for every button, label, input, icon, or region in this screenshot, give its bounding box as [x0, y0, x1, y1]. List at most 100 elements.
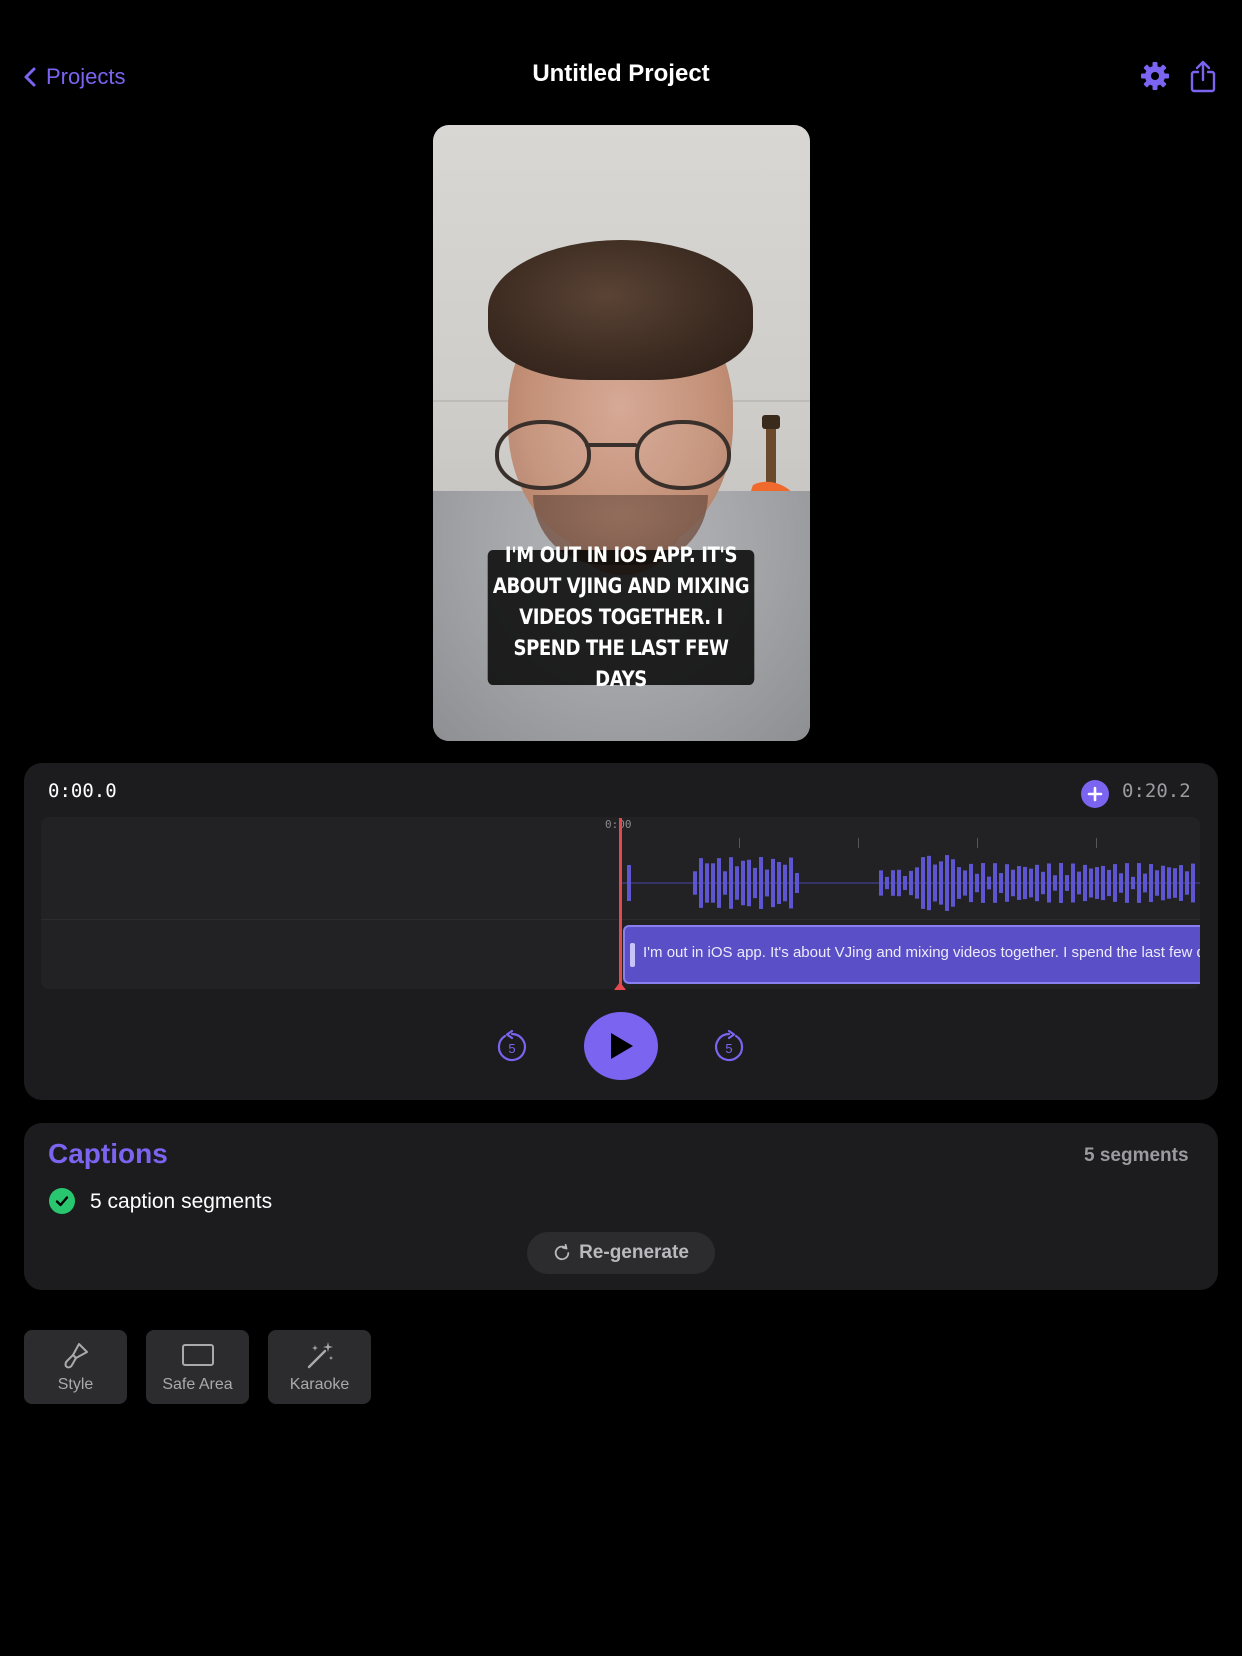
segment-handle[interactable]: [630, 943, 635, 967]
waveform-bar: [1137, 863, 1141, 903]
waveform-bar: [765, 869, 769, 897]
safe-area-button[interactable]: Safe Area: [146, 1330, 249, 1404]
waveform-bar: [951, 859, 955, 907]
waveform-bar: [915, 867, 919, 899]
waveform-bar: [975, 873, 979, 893]
waveform-bar: [1035, 864, 1039, 902]
playhead[interactable]: [619, 818, 622, 988]
waveform-bar: [1095, 867, 1099, 899]
ruler-tick: [858, 838, 859, 848]
waveform-bar: [1161, 865, 1165, 901]
add-button[interactable]: [1081, 780, 1109, 808]
brush-icon: [64, 1343, 88, 1369]
waveform-bar: [699, 858, 703, 908]
waveform-bar: [693, 871, 697, 895]
video-preview[interactable]: I'M OUT IN IOS APP. IT'S ABOUT VJING AND…: [433, 125, 810, 741]
waveform-bar: [1149, 863, 1153, 903]
waveform-bar: [789, 857, 793, 909]
waveform-bar: [1185, 871, 1189, 895]
regenerate-label: Re-generate: [579, 1242, 689, 1263]
waveform-bar: [711, 863, 715, 903]
waveform-bar: [909, 870, 913, 896]
skip-forward-button[interactable]: 5: [712, 1029, 746, 1064]
style-label: Style: [57, 1376, 94, 1393]
waveform-bar: [1131, 876, 1135, 890]
skip-back-label: 5: [508, 1041, 515, 1056]
regenerate-button[interactable]: Re-generate: [527, 1232, 715, 1274]
waveform-bar: [945, 855, 949, 911]
karaoke-label: Karaoke: [289, 1376, 350, 1393]
waveform-bar: [927, 855, 931, 911]
plus-icon: [1087, 786, 1103, 802]
waveform-bar: [759, 857, 763, 909]
glasses-lens-right: [635, 420, 731, 490]
rectangle-icon: [181, 1344, 214, 1366]
waveform-bar: [1167, 867, 1171, 899]
back-label: Projects: [46, 64, 126, 89]
waveform-bar: [1119, 873, 1123, 893]
caption-status: 5 caption segments: [90, 1190, 273, 1213]
glasses-lens-left: [495, 420, 591, 490]
waveform-bar: [1059, 863, 1063, 903]
chevron-left-icon: [24, 67, 36, 87]
waveform-bar: [1191, 863, 1195, 903]
waveform-bar: [987, 876, 991, 890]
waveform-bar: [1047, 863, 1051, 903]
waveform-bar: [1029, 868, 1033, 898]
caption-overlay: I'M OUT IN IOS APP. IT'S ABOUT VJING AND…: [487, 543, 755, 691]
forward-5-icon: 5: [714, 1029, 744, 1062]
refresh-icon: [554, 1244, 570, 1261]
waveform-bar: [1089, 868, 1093, 898]
waveform-bar: [783, 864, 787, 902]
waveform-bar: [1179, 865, 1183, 901]
skip-forward-label: 5: [725, 1041, 732, 1056]
rewind-5-icon: 5: [497, 1029, 527, 1062]
gear-icon[interactable]: [1140, 61, 1170, 91]
segment-text: I'm out in iOS app. It's about VJing and…: [643, 944, 1200, 961]
caption-segment[interactable]: I'm out in iOS app. It's about VJing and…: [623, 925, 1200, 984]
waveform-bar: [1065, 875, 1069, 891]
safe-area-label: Safe Area: [162, 1376, 233, 1393]
waveform-bar: [741, 860, 745, 906]
waveform-bar: [1005, 864, 1009, 902]
checkmark-icon: [49, 1188, 75, 1214]
skip-back-button[interactable]: 5: [495, 1029, 529, 1064]
karaoke-button[interactable]: Karaoke: [268, 1330, 371, 1404]
waveform-bar: [1083, 864, 1087, 902]
waveform-bar: [963, 870, 967, 896]
waveform-bar: [1041, 871, 1045, 895]
playhead-marker: [614, 982, 626, 990]
waveform-bar: [885, 876, 889, 890]
audio-waveform[interactable]: [621, 848, 1200, 918]
waveform-bar: [891, 870, 895, 896]
ruler-tick: [739, 838, 740, 848]
page-title: Untitled Project: [532, 60, 710, 87]
waveform-bar: [903, 876, 907, 890]
waveform-bar: [1155, 870, 1159, 896]
waveform-bar: [921, 857, 925, 909]
waveform-bar: [957, 867, 961, 899]
waveform-bar: [999, 873, 1003, 893]
current-time: 0:00.0: [48, 780, 117, 802]
play-icon: [611, 1033, 633, 1059]
waveform-bar: [1143, 873, 1147, 893]
waveform-bar: [969, 863, 973, 903]
back-button[interactable]: Projects: [22, 60, 125, 94]
waveform-bar: [1173, 868, 1177, 898]
waveform-bar: [1077, 871, 1081, 895]
share-icon[interactable]: [1188, 59, 1218, 93]
waveform-bar: [1017, 866, 1021, 900]
waveform-bar: [771, 858, 775, 908]
waveform-bar: [993, 863, 997, 903]
style-button[interactable]: Style: [24, 1330, 127, 1404]
waveform-bar: [1107, 869, 1111, 897]
waveform-bar: [1023, 866, 1027, 900]
waveform-bar: [1071, 863, 1075, 903]
hair: [488, 240, 753, 380]
waveform-bar: [747, 859, 751, 907]
play-button[interactable]: [584, 1012, 658, 1080]
waveform-bar: [705, 863, 709, 903]
waveform-bar: [735, 866, 739, 900]
glasses-bridge: [585, 443, 637, 447]
waveform-bar: [717, 858, 721, 908]
